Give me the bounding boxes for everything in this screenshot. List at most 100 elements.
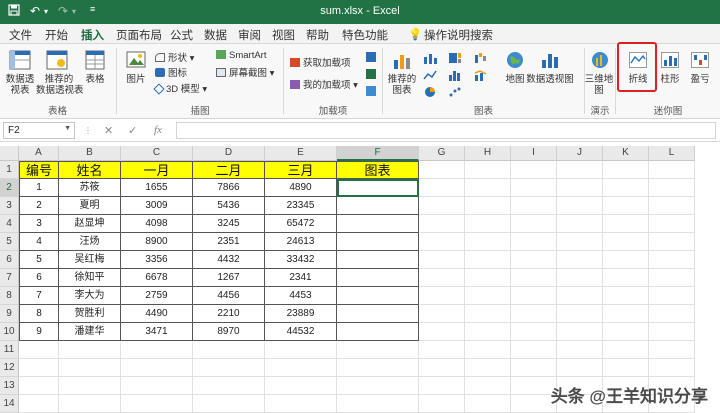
cell-e9[interactable]: 23889 xyxy=(265,305,337,323)
cell-g1[interactable] xyxy=(419,161,465,179)
cell-d8[interactable]: 4456 xyxy=(193,287,265,305)
cell-h9[interactable] xyxy=(465,305,511,323)
cancel-icon[interactable]: ✕ xyxy=(104,124,113,137)
cell-g6[interactable] xyxy=(419,251,465,269)
cell-e5[interactable]: 24613 xyxy=(265,233,337,251)
cell-e14[interactable] xyxy=(265,395,337,413)
cell-d9[interactable]: 2210 xyxy=(193,305,265,323)
cell-d6[interactable]: 4432 xyxy=(193,251,265,269)
cell-c12[interactable] xyxy=(121,359,193,377)
cell-g4[interactable] xyxy=(419,215,465,233)
cell-b5[interactable]: 汪炀 xyxy=(59,233,121,251)
cell-a5[interactable]: 4 xyxy=(19,233,59,251)
cell-e13[interactable] xyxy=(265,377,337,395)
row-header-5[interactable]: 5 xyxy=(0,233,19,251)
cell-h13[interactable] xyxy=(465,377,511,395)
waterfall-chart-icon[interactable] xyxy=(474,52,488,67)
cell-j11[interactable] xyxy=(557,341,603,359)
cell-b6[interactable]: 吴红梅 xyxy=(59,251,121,269)
cell-b3[interactable]: 夏明 xyxy=(59,197,121,215)
cell-e12[interactable] xyxy=(265,359,337,377)
cell-e2[interactable]: 4890 xyxy=(265,179,337,197)
cell-b4[interactable]: 赵显坤 xyxy=(59,215,121,233)
cell-f8[interactable] xyxy=(337,287,419,305)
cell-g13[interactable] xyxy=(419,377,465,395)
cell-a12[interactable] xyxy=(19,359,59,377)
cell-d4[interactable]: 3245 xyxy=(193,215,265,233)
table-button[interactable]: 表格 xyxy=(82,74,108,85)
tab-data[interactable]: 数据 xyxy=(204,27,227,43)
row-header-6[interactable]: 6 xyxy=(0,251,19,269)
cell-d12[interactable] xyxy=(193,359,265,377)
cell-a13[interactable] xyxy=(19,377,59,395)
cell-h10[interactable] xyxy=(465,323,511,341)
cell-j9[interactable] xyxy=(557,305,603,323)
cell-i3[interactable] xyxy=(511,197,557,215)
cell-f10[interactable] xyxy=(337,323,419,341)
cell-i8[interactable] xyxy=(511,287,557,305)
cell-h11[interactable] xyxy=(465,341,511,359)
pivot-chart-button[interactable]: 数据透视图 xyxy=(525,74,575,85)
cell-h14[interactable] xyxy=(465,395,511,413)
cell-f2[interactable] xyxy=(337,179,419,197)
cell-a4[interactable]: 3 xyxy=(19,215,59,233)
cell-d1[interactable]: 二月 xyxy=(193,161,265,179)
cell-c5[interactable]: 8900 xyxy=(121,233,193,251)
cell-b2[interactable]: 苏筱 xyxy=(59,179,121,197)
3d-models-button[interactable]: 3D 模型 ▾ xyxy=(153,81,207,95)
cell-d5[interactable]: 2351 xyxy=(193,233,265,251)
select-all-corner[interactable] xyxy=(0,146,19,161)
cell-c14[interactable] xyxy=(121,395,193,413)
cell-d2[interactable]: 7866 xyxy=(193,179,265,197)
cell-f6[interactable] xyxy=(337,251,419,269)
cell-a9[interactable]: 8 xyxy=(19,305,59,323)
row-header-3[interactable]: 3 xyxy=(0,197,19,215)
row-header-14[interactable]: 14 xyxy=(0,395,19,413)
cell-b10[interactable]: 潘建华 xyxy=(59,323,121,341)
cell-i11[interactable] xyxy=(511,341,557,359)
column-header-h[interactable]: H xyxy=(465,146,511,161)
column-header-a[interactable]: A xyxy=(19,146,59,161)
cell-f11[interactable] xyxy=(337,341,419,359)
cell-b9[interactable]: 贺胜利 xyxy=(59,305,121,323)
cell-f9[interactable] xyxy=(337,305,419,323)
cell-l10[interactable] xyxy=(649,323,695,341)
row-header-10[interactable]: 10 xyxy=(0,323,19,341)
formula-input[interactable] xyxy=(176,122,716,139)
cell-e4[interactable]: 65472 xyxy=(265,215,337,233)
tab-review[interactable]: 审阅 xyxy=(238,27,261,43)
cell-d3[interactable]: 5436 xyxy=(193,197,265,215)
cell-g12[interactable] xyxy=(419,359,465,377)
cell-k8[interactable] xyxy=(603,287,649,305)
column-header-i[interactable]: I xyxy=(511,146,557,161)
column-header-g[interactable]: G xyxy=(419,146,465,161)
cell-f4[interactable] xyxy=(337,215,419,233)
statistic-chart-icon[interactable] xyxy=(448,69,462,84)
cell-b8[interactable]: 李大为 xyxy=(59,287,121,305)
cell-i4[interactable] xyxy=(511,215,557,233)
cell-d14[interactable] xyxy=(193,395,265,413)
cell-l3[interactable] xyxy=(649,197,695,215)
cell-a3[interactable]: 2 xyxy=(19,197,59,215)
cell-g10[interactable] xyxy=(419,323,465,341)
cell-c7[interactable]: 6678 xyxy=(121,269,193,287)
cell-i6[interactable] xyxy=(511,251,557,269)
cell-h3[interactable] xyxy=(465,197,511,215)
cell-c2[interactable]: 1655 xyxy=(121,179,193,197)
cell-f7[interactable] xyxy=(337,269,419,287)
cell-l11[interactable] xyxy=(649,341,695,359)
cell-c11[interactable] xyxy=(121,341,193,359)
row-header-13[interactable]: 13 xyxy=(0,377,19,395)
cell-h12[interactable] xyxy=(465,359,511,377)
cell-f14[interactable] xyxy=(337,395,419,413)
get-addins-button[interactable]: 获取加载项 xyxy=(290,55,351,69)
cell-d7[interactable]: 1267 xyxy=(193,269,265,287)
cell-h6[interactable] xyxy=(465,251,511,269)
scatter-chart-icon[interactable] xyxy=(448,86,462,101)
cell-g9[interactable] xyxy=(419,305,465,323)
cell-l4[interactable] xyxy=(649,215,695,233)
chevron-down-icon[interactable]: ▼ xyxy=(64,125,71,132)
cell-k3[interactable] xyxy=(603,197,649,215)
cell-e10[interactable]: 44532 xyxy=(265,323,337,341)
combo-chart-icon[interactable] xyxy=(474,69,488,84)
